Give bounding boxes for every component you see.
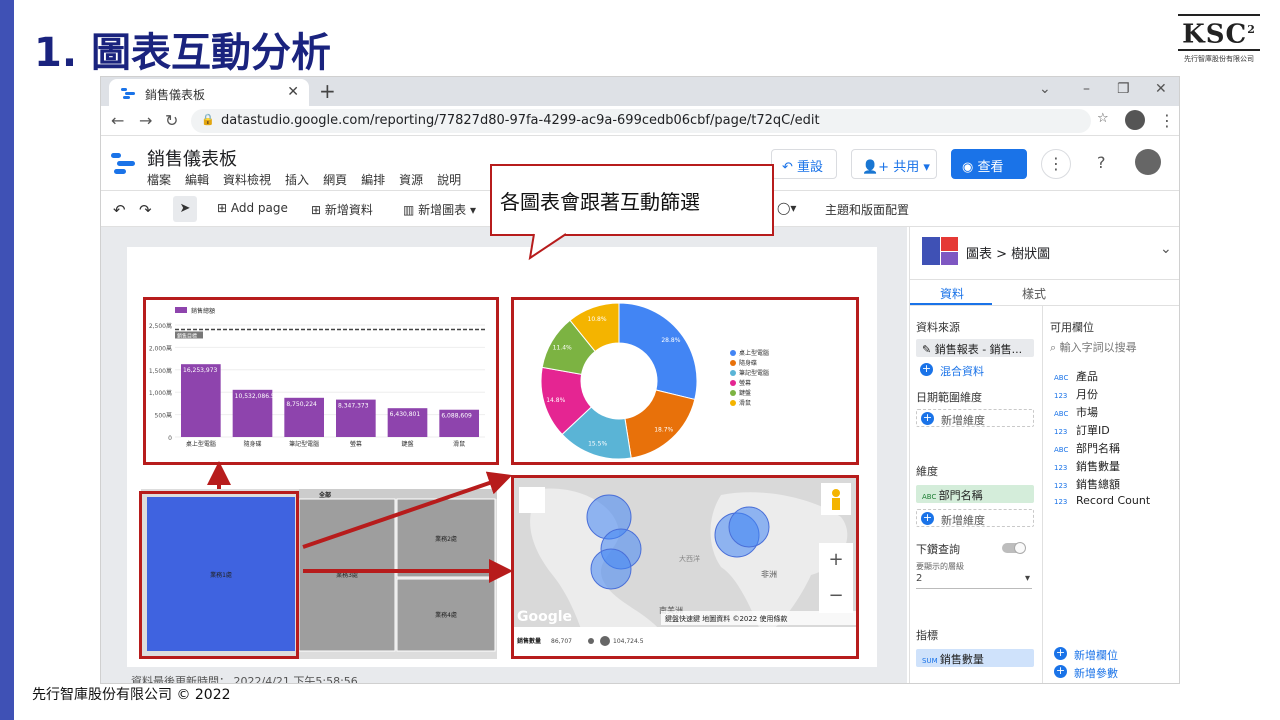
slide-accent-bar [0, 0, 14, 720]
company-logo: KSC2 先行智庫股份有限公司 [1174, 14, 1264, 66]
arrow-to-map-chart [302, 471, 513, 549]
callout-box: 各圖表會跟著互動篩選 [490, 164, 774, 236]
slide-title: 1. 圖表互動分析 [34, 30, 331, 76]
callout-pointer [528, 233, 567, 261]
slide-footer: 先行智庫股份有限公司 © 2022 [32, 687, 231, 703]
